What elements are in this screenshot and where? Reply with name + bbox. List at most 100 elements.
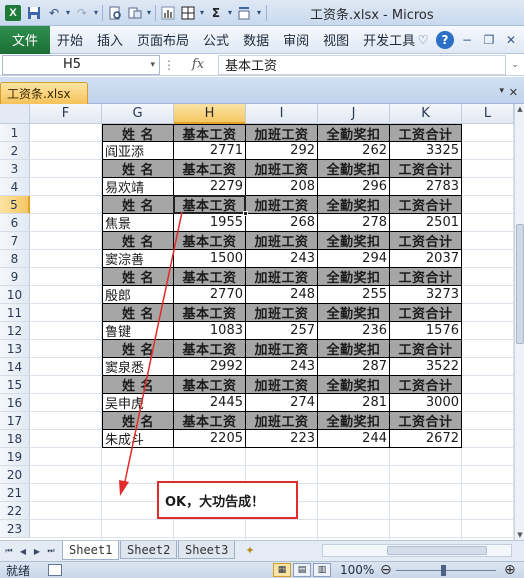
- salary-value-cell[interactable]: 3000: [390, 394, 462, 412]
- table-header-cell[interactable]: 工资合计: [390, 268, 462, 286]
- salary-value-cell[interactable]: 262: [318, 142, 390, 160]
- employee-name-cell[interactable]: 窦淙善: [102, 250, 174, 268]
- page-layout-view-icon[interactable]: ▤: [293, 563, 311, 577]
- row-header-8[interactable]: 8: [0, 250, 30, 268]
- minimize-ribbon-icon[interactable]: ♡: [414, 31, 432, 49]
- table-header-cell[interactable]: 基本工资: [174, 376, 246, 394]
- table-header-cell[interactable]: 加班工资: [246, 268, 318, 286]
- next-sheet-icon[interactable]: ▶: [31, 545, 43, 557]
- table-icon[interactable]: [178, 2, 198, 24]
- help-icon[interactable]: ?: [436, 31, 454, 49]
- column-header-l[interactable]: L: [462, 104, 514, 124]
- window-close-icon[interactable]: ✕: [502, 31, 520, 49]
- tab-home[interactable]: 开始: [50, 26, 90, 54]
- row-header-10[interactable]: 10: [0, 286, 30, 304]
- insert-function-button[interactable]: fx: [178, 57, 218, 72]
- table-header-cell[interactable]: 工资合计: [390, 196, 462, 214]
- salary-value-cell[interactable]: 2501: [390, 214, 462, 232]
- formula-bar-grip-icon[interactable]: ⋮: [160, 58, 178, 72]
- window-minimize-icon[interactable]: −: [458, 31, 476, 49]
- salary-value-cell[interactable]: 236: [318, 322, 390, 340]
- redo-dropdown-icon[interactable]: ▾: [92, 2, 100, 24]
- select-all-corner[interactable]: [0, 104, 30, 124]
- salary-value-cell[interactable]: 2783: [390, 178, 462, 196]
- row-header-13[interactable]: 13: [0, 340, 30, 358]
- table-header-cell[interactable]: 姓 名: [102, 124, 174, 142]
- tab-page-layout[interactable]: 页面布局: [130, 26, 196, 54]
- fill-handle[interactable]: [243, 211, 248, 216]
- row-header-15[interactable]: 15: [0, 376, 30, 394]
- scroll-up-icon[interactable]: ▲: [515, 104, 524, 114]
- zoom-slider[interactable]: [396, 570, 496, 571]
- table-header-cell[interactable]: 全勤奖扣: [318, 196, 390, 214]
- row-header-23[interactable]: 23: [0, 520, 30, 538]
- salary-value-cell[interactable]: 248: [246, 286, 318, 304]
- customize-qat-icon[interactable]: ▾: [254, 2, 264, 24]
- row-header-7[interactable]: 7: [0, 232, 30, 250]
- table-header-cell[interactable]: 加班工资: [246, 124, 318, 142]
- column-header-h[interactable]: H: [174, 104, 246, 124]
- table-header-cell[interactable]: 全勤奖扣: [318, 124, 390, 142]
- row-header-2[interactable]: 2: [0, 142, 30, 160]
- table-header-cell[interactable]: 姓 名: [102, 232, 174, 250]
- salary-value-cell[interactable]: 2672: [390, 430, 462, 448]
- row-header-6[interactable]: 6: [0, 214, 30, 232]
- table-header-cell[interactable]: 基本工资: [174, 268, 246, 286]
- row-header-11[interactable]: 11: [0, 304, 30, 322]
- salary-value-cell[interactable]: 223: [246, 430, 318, 448]
- table-header-cell[interactable]: 基本工资: [174, 304, 246, 322]
- name-box-dropdown-icon[interactable]: ▾: [150, 60, 155, 70]
- sort-icon[interactable]: [234, 2, 254, 24]
- sheet-tab-3[interactable]: Sheet3: [178, 541, 236, 559]
- salary-value-cell[interactable]: 268: [246, 214, 318, 232]
- formula-input[interactable]: 基本工资: [218, 54, 506, 75]
- column-header-j[interactable]: J: [318, 104, 390, 124]
- row-header-1[interactable]: 1: [0, 124, 30, 142]
- salary-value-cell[interactable]: 2445: [174, 394, 246, 412]
- salary-value-cell[interactable]: 2037: [390, 250, 462, 268]
- table-header-cell[interactable]: 姓 名: [102, 160, 174, 178]
- vertical-scroll-thumb[interactable]: [516, 224, 524, 344]
- insert-sheet-icon[interactable]: ✦: [242, 543, 258, 557]
- salary-value-cell[interactable]: 274: [246, 394, 318, 412]
- zoom-level[interactable]: 100%: [340, 563, 374, 577]
- macro-record-icon[interactable]: [48, 564, 62, 576]
- table-header-cell[interactable]: 全勤奖扣: [318, 160, 390, 178]
- table-header-cell[interactable]: 全勤奖扣: [318, 376, 390, 394]
- salary-value-cell[interactable]: 2205: [174, 430, 246, 448]
- employee-name-cell[interactable]: 焦景: [102, 214, 174, 232]
- table-header-cell[interactable]: 姓 名: [102, 268, 174, 286]
- salary-value-cell[interactable]: 2771: [174, 142, 246, 160]
- row-header-22[interactable]: 22: [0, 502, 30, 520]
- table-header-cell[interactable]: 加班工资: [246, 196, 318, 214]
- table-header-cell[interactable]: 姓 名: [102, 196, 174, 214]
- row-header-19[interactable]: 19: [0, 448, 30, 466]
- print-preview-icon[interactable]: [105, 2, 125, 24]
- table-header-cell[interactable]: 全勤奖扣: [318, 232, 390, 250]
- last-sheet-icon[interactable]: ⏭: [45, 545, 57, 557]
- name-box[interactable]: H5 ▾: [2, 54, 160, 75]
- row-header-20[interactable]: 20: [0, 466, 30, 484]
- row-header-3[interactable]: 3: [0, 160, 30, 178]
- salary-value-cell[interactable]: 3325: [390, 142, 462, 160]
- normal-view-icon[interactable]: ▦: [273, 563, 291, 577]
- table-header-cell[interactable]: 工资合计: [390, 376, 462, 394]
- table-header-cell[interactable]: 姓 名: [102, 412, 174, 430]
- sheet-tab-2[interactable]: Sheet2: [120, 541, 178, 559]
- window-restore-icon[interactable]: ❐: [480, 31, 498, 49]
- column-header-k[interactable]: K: [390, 104, 462, 124]
- table-header-cell[interactable]: 加班工资: [246, 340, 318, 358]
- zoom-in-icon[interactable]: ⊕: [504, 562, 516, 578]
- tab-data[interactable]: 数据: [236, 26, 276, 54]
- salary-value-cell[interactable]: 3522: [390, 358, 462, 376]
- row-header-5[interactable]: 5: [0, 196, 30, 214]
- first-sheet-icon[interactable]: ⏮: [3, 545, 15, 557]
- tab-review[interactable]: 审阅: [276, 26, 316, 54]
- table-header-cell[interactable]: 加班工资: [246, 376, 318, 394]
- table-header-cell[interactable]: 全勤奖扣: [318, 304, 390, 322]
- sum-dropdown-icon[interactable]: ▾: [226, 2, 234, 24]
- employee-name-cell[interactable]: 朱成斗: [102, 430, 174, 448]
- row-header-21[interactable]: 21: [0, 484, 30, 502]
- column-header-g[interactable]: G: [102, 104, 174, 124]
- table-header-cell[interactable]: 工资合计: [390, 160, 462, 178]
